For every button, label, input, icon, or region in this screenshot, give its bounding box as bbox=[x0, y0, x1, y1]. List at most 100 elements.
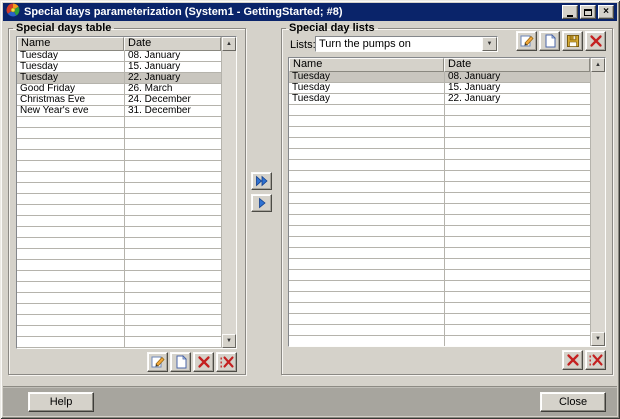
date-cell bbox=[444, 116, 590, 126]
table-row[interactable]: Tuesday15. January bbox=[17, 62, 221, 73]
move-all-right-button[interactable] bbox=[251, 172, 272, 190]
table-row-empty[interactable] bbox=[17, 194, 221, 205]
save-button[interactable] bbox=[562, 31, 583, 51]
table-row-empty[interactable] bbox=[289, 292, 590, 303]
name-cell bbox=[289, 314, 444, 324]
table-row-empty[interactable] bbox=[289, 303, 590, 314]
delete-all-button[interactable] bbox=[216, 352, 237, 372]
column-header-name[interactable]: Name bbox=[17, 37, 124, 51]
column-header-name[interactable]: Name bbox=[289, 58, 444, 72]
column-header-date[interactable]: Date bbox=[124, 37, 221, 51]
close-window-button[interactable]: × bbox=[598, 5, 614, 19]
delete-all-button[interactable] bbox=[585, 350, 606, 370]
table-row-empty[interactable] bbox=[289, 160, 590, 171]
scroll-up-icon[interactable]: ▲ bbox=[222, 37, 236, 51]
maximize-button[interactable] bbox=[580, 5, 596, 19]
table-row-empty[interactable] bbox=[17, 216, 221, 227]
date-cell bbox=[124, 150, 221, 160]
left-table-scrollbar[interactable]: ▲ ▼ bbox=[221, 37, 236, 348]
table-row[interactable]: Tuesday15. January bbox=[289, 83, 590, 94]
table-row-empty[interactable] bbox=[289, 182, 590, 193]
table-row[interactable]: Good Friday26. March bbox=[17, 84, 221, 95]
table-row[interactable]: Tuesday22. January bbox=[17, 73, 221, 84]
delete-button[interactable] bbox=[585, 31, 606, 51]
name-cell bbox=[17, 227, 124, 237]
table-row-empty[interactable] bbox=[17, 128, 221, 139]
new-button[interactable] bbox=[170, 352, 191, 372]
edit-icon bbox=[151, 355, 165, 369]
table-row-empty[interactable] bbox=[17, 304, 221, 315]
name-cell bbox=[17, 249, 124, 259]
scroll-up-icon[interactable]: ▲ bbox=[591, 58, 605, 72]
minimize-button[interactable] bbox=[562, 5, 578, 19]
table-row-empty[interactable] bbox=[17, 205, 221, 216]
scroll-down-icon[interactable]: ▼ bbox=[591, 332, 605, 346]
name-cell bbox=[17, 326, 124, 336]
table-row-empty[interactable] bbox=[289, 314, 590, 325]
minimize-icon bbox=[567, 15, 573, 17]
table-row-empty[interactable] bbox=[17, 183, 221, 194]
table-row-empty[interactable] bbox=[289, 336, 590, 346]
delete-icon bbox=[589, 34, 603, 48]
table-row-empty[interactable] bbox=[17, 293, 221, 304]
name-cell bbox=[17, 139, 124, 149]
delete-button[interactable] bbox=[193, 352, 214, 372]
help-button[interactable]: Help bbox=[28, 392, 94, 412]
new-button[interactable] bbox=[539, 31, 560, 51]
table-row-empty[interactable] bbox=[17, 161, 221, 172]
table-row-empty[interactable] bbox=[289, 215, 590, 226]
special-days-rows: Tuesday08. JanuaryTuesday15. JanuaryTues… bbox=[17, 51, 221, 348]
table-row-empty[interactable] bbox=[17, 260, 221, 271]
table-row[interactable]: Tuesday22. January bbox=[289, 94, 590, 105]
table-row[interactable]: Christmas Eve24. December bbox=[17, 95, 221, 106]
table-row-empty[interactable] bbox=[289, 248, 590, 259]
app-icon bbox=[6, 3, 20, 22]
move-right-button[interactable] bbox=[251, 194, 272, 212]
table-row-empty[interactable] bbox=[289, 193, 590, 204]
table-row-empty[interactable] bbox=[17, 117, 221, 128]
table-row-empty[interactable] bbox=[289, 149, 590, 160]
right-group-title: Special day lists bbox=[286, 22, 378, 34]
table-row-empty[interactable] bbox=[289, 281, 590, 292]
table-row[interactable]: Tuesday08. January bbox=[17, 51, 221, 62]
right-table-scrollbar[interactable]: ▲ ▼ bbox=[590, 58, 605, 346]
table-row-empty[interactable] bbox=[17, 282, 221, 293]
lists-label: Lists: bbox=[290, 39, 316, 51]
date-cell bbox=[124, 282, 221, 292]
table-row-empty[interactable] bbox=[17, 150, 221, 161]
table-row-empty[interactable] bbox=[289, 204, 590, 215]
table-row-empty[interactable] bbox=[17, 238, 221, 249]
lists-combobox[interactable]: Turn the pumps on ▼ bbox=[315, 36, 498, 52]
table-row-empty[interactable] bbox=[289, 127, 590, 138]
table-row-empty[interactable] bbox=[17, 315, 221, 326]
table-row-empty[interactable] bbox=[289, 325, 590, 336]
scroll-down-icon[interactable]: ▼ bbox=[222, 334, 236, 348]
table-row-empty[interactable] bbox=[17, 172, 221, 183]
table-row[interactable]: Tuesday08. January bbox=[289, 72, 590, 83]
table-row-empty[interactable] bbox=[17, 139, 221, 150]
table-row[interactable]: New Year's eve31. December bbox=[17, 106, 221, 117]
table-row-empty[interactable] bbox=[289, 138, 590, 149]
column-header-date[interactable]: Date bbox=[444, 58, 590, 72]
table-row-empty[interactable] bbox=[289, 105, 590, 116]
table-row-empty[interactable] bbox=[17, 249, 221, 260]
close-button[interactable]: Close bbox=[540, 392, 606, 412]
table-row-empty[interactable] bbox=[289, 270, 590, 281]
table-row-empty[interactable] bbox=[289, 116, 590, 127]
date-cell bbox=[124, 194, 221, 204]
name-cell bbox=[17, 128, 124, 138]
table-row-empty[interactable] bbox=[17, 271, 221, 282]
edit-button[interactable] bbox=[147, 352, 168, 372]
table-row-empty[interactable] bbox=[17, 337, 221, 348]
table-row-empty[interactable] bbox=[289, 237, 590, 248]
table-row-empty[interactable] bbox=[17, 326, 221, 337]
table-row-empty[interactable] bbox=[289, 171, 590, 182]
table-row-empty[interactable] bbox=[289, 226, 590, 237]
table-row-empty[interactable] bbox=[17, 227, 221, 238]
name-cell: Tuesday bbox=[17, 51, 124, 61]
date-cell bbox=[124, 227, 221, 237]
delete-button[interactable] bbox=[562, 350, 583, 370]
dropdown-arrow-icon[interactable]: ▼ bbox=[482, 37, 497, 51]
table-row-empty[interactable] bbox=[289, 259, 590, 270]
edit-button[interactable] bbox=[516, 31, 537, 51]
